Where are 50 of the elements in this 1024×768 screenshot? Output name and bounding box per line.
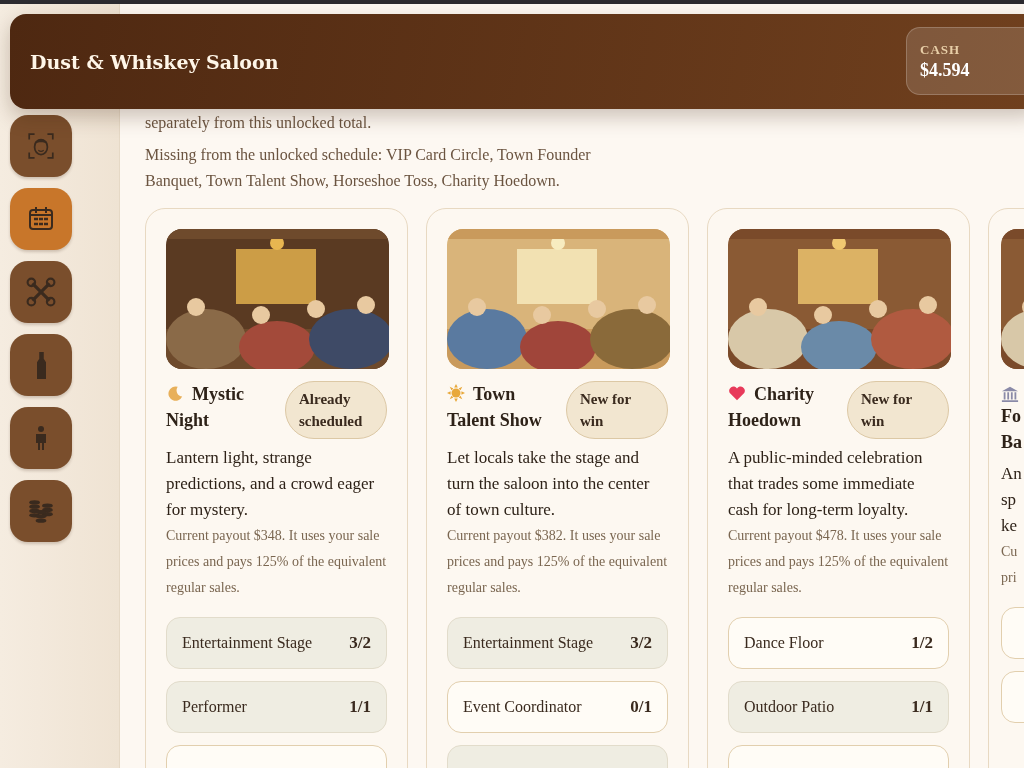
requirement-label: Dance Floor (744, 634, 824, 652)
event-description: An (1001, 463, 1023, 485)
requirement-count: 3/2 (349, 633, 371, 653)
cash-label: CASH (920, 41, 962, 58)
crossed-wrenches-icon (26, 277, 56, 307)
event-title: Fo (1001, 405, 1022, 428)
missing-events-text: Missing from the unlocked schedule: VIP Card Circle, Town Founder Banquet, Town Talent Show, Horseshoe Toss, Charity Hoedown. (145, 145, 592, 192)
event-description: sp (1001, 489, 1018, 511)
requirement-count: 1/1 (349, 697, 371, 717)
payout-note: Current payout $478. It uses your sale prices and pays 125% of the equivalent regular sales. (728, 527, 949, 597)
event-title: Mystic Night (166, 383, 245, 432)
bank-icon (1001, 385, 1019, 403)
event-description: Lantern light, strange predictions, and a crowd eager for mystery. (166, 447, 376, 521)
face-nav-button[interactable] (10, 115, 72, 177)
status-badge: New for win (847, 381, 949, 439)
bottle-nav-button[interactable] (10, 334, 72, 396)
crescent-moon-icon (166, 384, 184, 402)
cash-value: $4.594 (920, 59, 971, 81)
payout-note: Current payout $382. It uses your sale prices and pays 125% of the equivalent regular sales. (447, 527, 668, 597)
heart-icon (728, 384, 746, 402)
bottle-icon (36, 351, 46, 379)
requirement-count: 1/2 (911, 633, 933, 653)
event-description: ke (1001, 515, 1019, 537)
saloon-title: Dust & Whiskey Saloon (30, 50, 279, 73)
event-description: Let locals take the stage and turn the saloon into the center of town culture. (447, 447, 651, 521)
requirement-count: 1/1 (911, 697, 933, 717)
requirement-label: Performer (182, 698, 247, 716)
payout-note: Cu (1001, 543, 1019, 561)
requirement-label: Outdoor Patio (744, 698, 835, 716)
requirement-label: Entertainment Stage (463, 634, 594, 652)
tools-nav-button[interactable] (10, 261, 72, 323)
sun-icon (447, 384, 465, 402)
event-title: Charity Hoedown (728, 383, 815, 432)
event-title: Town Talent Show (447, 383, 543, 432)
face-scan-icon (26, 131, 56, 161)
event-title: Ba (1001, 431, 1023, 454)
payout-note: Current payout $348. It uses your sale prices and pays 125% of the equivalent regular sales. (166, 527, 387, 597)
requirement-count: 0/1 (630, 697, 652, 717)
status-badge: Already scheduled (285, 381, 387, 439)
status-badge: New for win (566, 381, 668, 439)
event-description: A public-minded celebration that trades some immediate cash for long-term loyalty. (728, 447, 924, 521)
requirement-count: 3/2 (630, 633, 652, 653)
calendar-nav-button[interactable] (10, 188, 72, 250)
intro-text: separately from this unlocked total. (145, 113, 373, 134)
requirement-label: Event Coordinator (463, 698, 582, 716)
calendar-icon (27, 205, 55, 233)
payout-note: pri (1001, 569, 1018, 587)
requirement-label: Entertainment Stage (182, 634, 313, 652)
person-nav-button[interactable] (10, 407, 72, 469)
coins-nav-button[interactable] (10, 480, 72, 542)
